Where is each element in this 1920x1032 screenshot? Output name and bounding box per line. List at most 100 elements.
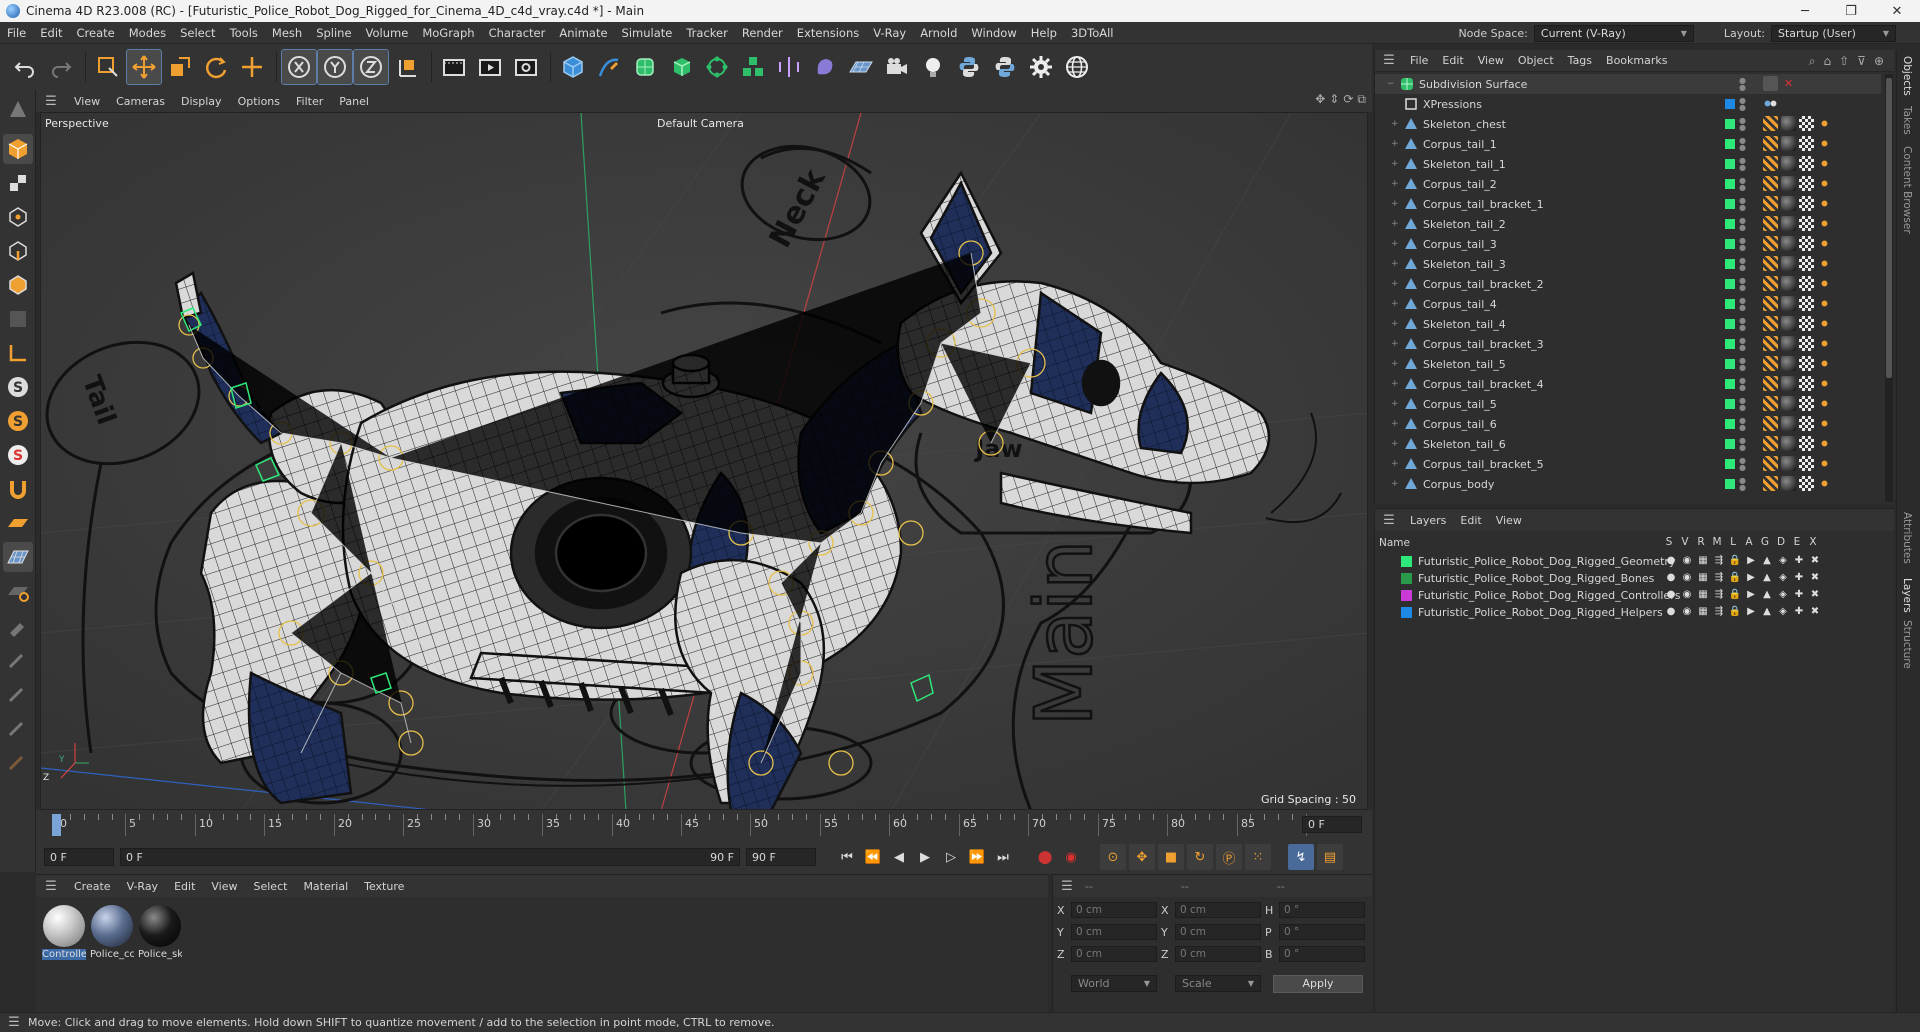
layer-color-swatch[interactable] (1725, 479, 1735, 489)
current-frame-field[interactable]: 0 F (1302, 816, 1362, 833)
key-rotation-button[interactable]: ↻ (1187, 844, 1213, 870)
web-button[interactable] (1060, 50, 1094, 84)
texture-tag-icon[interactable] (1799, 436, 1814, 451)
solo-icon[interactable]: ● (1663, 606, 1679, 617)
texture-tag-icon[interactable] (1799, 176, 1814, 191)
robot-dog-scene[interactable]: Neck Main Jaw Tail (41, 113, 1368, 810)
layer-menu-layers[interactable]: Layers (1403, 514, 1453, 527)
object-row[interactable]: + Corpus_tail_bracket_2 ● ● (1375, 274, 1881, 294)
python-script-button[interactable] (988, 50, 1022, 84)
vray-tag-icon[interactable] (1763, 136, 1778, 151)
uv-mode-button[interactable] (3, 304, 33, 334)
material-menu-select[interactable]: Select (246, 880, 296, 893)
visibility-dots-icon[interactable]: ● ● (1739, 237, 1746, 252)
layer-row[interactable]: Futuristic_Police_Robot_Dog_Rigged_Helpe… (1375, 604, 1885, 621)
visibility-dots-icon[interactable]: ● ● (1739, 137, 1746, 152)
weight-tag-icon[interactable] (1817, 376, 1832, 391)
y-axis-button[interactable] (317, 49, 353, 85)
object-name[interactable]: Skeleton_tail_1 (1423, 158, 1723, 171)
orbit-icon[interactable]: ⟳ (1343, 92, 1353, 107)
viewport-menu-view[interactable]: View (66, 95, 108, 108)
snap-settings-button[interactable]: S (3, 406, 33, 436)
material-tag-icon[interactable] (1781, 376, 1796, 391)
animation-icon[interactable]: ▶ (1743, 589, 1759, 600)
size-z-field[interactable]: 0 cm (1175, 946, 1261, 962)
settings-button[interactable] (1024, 50, 1058, 84)
animation-icon[interactable]: ▶ (1743, 572, 1759, 583)
workplane-button[interactable] (3, 338, 33, 368)
next-frame-button[interactable]: ▷ (938, 844, 964, 870)
texture-tag-icon[interactable] (1799, 156, 1814, 171)
layer-color-swatch[interactable] (1725, 259, 1735, 269)
live-selection-button[interactable] (91, 50, 125, 84)
texture-mode-button[interactable] (3, 168, 33, 198)
render-icon[interactable]: ▦ (1695, 572, 1711, 583)
object-row[interactable]: + Corpus_body ● ● (1375, 474, 1881, 494)
edge-mode-button[interactable] (3, 236, 33, 266)
weight-tag-icon[interactable] (1817, 436, 1832, 451)
menu-help[interactable]: Help (1024, 26, 1064, 40)
object-name[interactable]: Skeleton_tail_6 (1423, 438, 1723, 451)
object-name[interactable]: XPressions (1423, 98, 1723, 111)
xref-icon[interactable]: ✖ (1807, 555, 1823, 566)
texture-tag-icon[interactable] (1799, 116, 1814, 131)
column-deformers[interactable]: D (1773, 536, 1789, 548)
lock-button[interactable] (3, 474, 33, 504)
coordinate-space-dropdown[interactable]: World ▼ (1071, 975, 1157, 992)
visibility-dots-icon[interactable]: ● ● (1739, 417, 1746, 432)
menu-create[interactable]: Create (70, 26, 122, 40)
expand-toggle[interactable]: + (1391, 479, 1401, 489)
column-render[interactable]: R (1693, 536, 1709, 548)
weight-tag-icon[interactable] (1817, 356, 1832, 371)
menu-animate[interactable]: Animate (552, 26, 614, 40)
size-y-field[interactable]: 0 cm (1175, 924, 1261, 940)
solo-icon[interactable]: ● (1663, 572, 1679, 583)
visibility-dots-icon[interactable]: ● ● (1739, 357, 1746, 372)
material-menu-material[interactable]: Material (295, 880, 356, 893)
visibility-dots-icon[interactable]: ● ● (1739, 337, 1746, 352)
object-row[interactable]: XPressions ● ● (1375, 94, 1881, 114)
visibility-dots-icon[interactable]: ● ● (1739, 297, 1746, 312)
menu-tracker[interactable]: Tracker (679, 26, 735, 40)
layer-color-swatch[interactable] (1725, 379, 1735, 389)
object-row[interactable]: + Corpus_tail_3 ● ● (1375, 234, 1881, 254)
object-name[interactable]: Corpus_tail_3 (1423, 238, 1723, 251)
enabled-check-icon[interactable] (1763, 76, 1778, 91)
weight-tag-icon[interactable] (1817, 416, 1832, 431)
visibility-dots-icon[interactable]: ● ● (1739, 177, 1746, 192)
layer-menu-view[interactable]: View (1489, 514, 1529, 527)
key-pla-button[interactable]: ⁙ (1245, 844, 1271, 870)
up-icon[interactable]: ⇧ (1839, 54, 1849, 69)
previous-key-button[interactable]: ⏪ (860, 844, 886, 870)
key-selection-button[interactable]: ⊙ (1100, 844, 1126, 870)
column-xref[interactable]: X (1805, 536, 1821, 548)
object-row[interactable]: + Corpus_tail_6 ● ● (1375, 414, 1881, 434)
layer-name[interactable]: Futuristic_Police_Robot_Dog_Rigged_Contr… (1418, 589, 1680, 602)
rotation-b-field[interactable]: 0 ° (1279, 946, 1365, 962)
vray-tag-icon[interactable] (1763, 416, 1778, 431)
object-name[interactable]: Corpus_tail_bracket_3 (1423, 338, 1723, 351)
solo-icon[interactable]: ● (1663, 555, 1679, 566)
layer-color-swatch[interactable] (1725, 239, 1735, 249)
expand-toggle[interactable]: + (1391, 299, 1401, 309)
layer-color-swatch[interactable] (1725, 459, 1735, 469)
z-axis-button[interactable] (353, 49, 389, 85)
redo-button[interactable] (44, 50, 78, 84)
layer-list[interactable]: Futuristic_Police_Robot_Dog_Rigged_Geome… (1375, 553, 1885, 653)
apply-button[interactable]: Apply (1273, 975, 1363, 993)
weight-tag-icon[interactable] (1817, 196, 1832, 211)
object-row[interactable]: + Corpus_tail_bracket_3 ● ● (1375, 334, 1881, 354)
vray-tag-icon[interactable] (1763, 396, 1778, 411)
node-space-dropdown[interactable]: Current (V-Ray) ▼ (1533, 24, 1694, 42)
material-tag-icon[interactable] (1781, 216, 1796, 231)
material-menu-edit[interactable]: Edit (166, 880, 203, 893)
weight-tag-icon[interactable] (1817, 256, 1832, 271)
menu-volume[interactable]: Volume (359, 26, 416, 40)
vray-tag-icon[interactable] (1763, 196, 1778, 211)
scale-button[interactable] (163, 50, 197, 84)
viewport-menu-filter[interactable]: Filter (288, 95, 331, 108)
vray-tag-icon[interactable] (1763, 316, 1778, 331)
expand-toggle[interactable]: + (1391, 439, 1401, 449)
layer-color-swatch[interactable] (1725, 319, 1735, 329)
object-row[interactable]: + Corpus_tail_bracket_4 ● ● (1375, 374, 1881, 394)
